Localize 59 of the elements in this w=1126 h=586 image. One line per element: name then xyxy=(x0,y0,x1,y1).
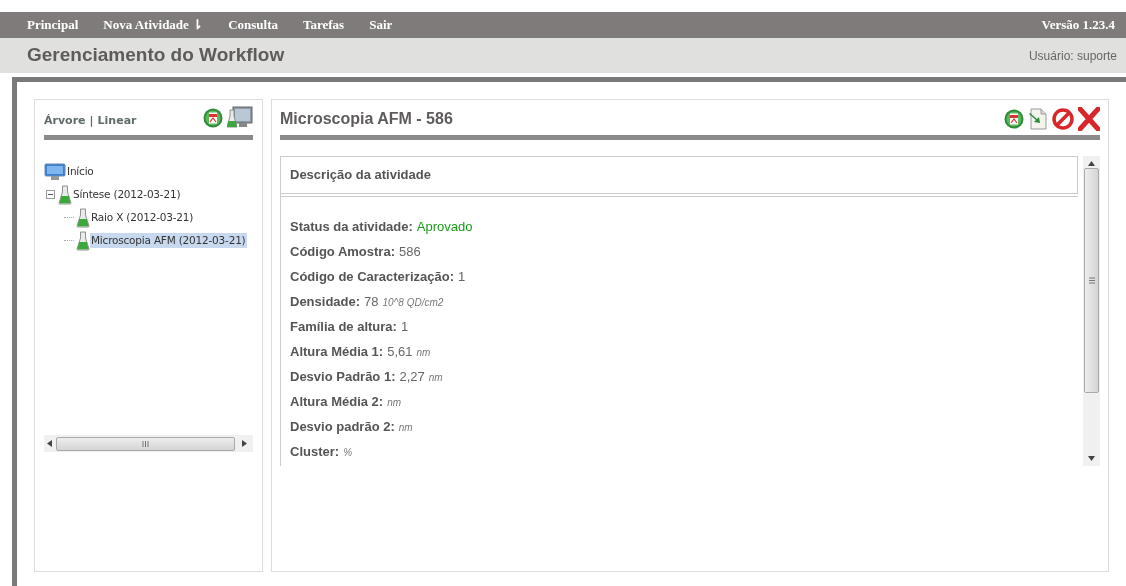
field-label: Altura Média 2: xyxy=(290,393,384,411)
field-value: 1 xyxy=(458,268,466,286)
field-value: 5,61 xyxy=(387,343,413,361)
scroll-up-icon[interactable] xyxy=(1088,161,1095,166)
flask-icon xyxy=(76,207,90,228)
tree-item[interactable]: Síntese (2012-03-21) xyxy=(72,186,182,203)
tree-item[interactable]: Início xyxy=(66,163,95,180)
field-value: 2,27 xyxy=(399,368,425,386)
page-title: Gerenciamento do Workflow xyxy=(27,43,285,68)
unit-label: 10^8 QD/cm2 xyxy=(382,296,444,310)
cancel-icon[interactable] xyxy=(1052,107,1074,130)
unit-label: nm xyxy=(387,396,402,410)
unit-label: % xyxy=(343,446,353,460)
document-edit-icon[interactable] xyxy=(1028,107,1048,130)
scroll-left-icon[interactable] xyxy=(47,440,52,447)
field-label: Desvio padrão 2: xyxy=(290,418,395,436)
scroll-right-icon[interactable] xyxy=(242,440,247,447)
monitor-icon xyxy=(44,162,66,181)
field-label: Código Amostra: xyxy=(290,243,395,261)
activity-title: Microscopia AFM - 586 xyxy=(280,108,453,129)
section-title: Descrição da atividade xyxy=(290,166,431,185)
nav-link[interactable]: Tarefas xyxy=(303,15,345,35)
pdf-icon[interactable] xyxy=(203,108,223,128)
pdf-icon[interactable] xyxy=(1004,108,1024,129)
unit-label: nm xyxy=(428,371,443,385)
field-label: Altura Média 1: xyxy=(290,343,384,361)
field-label: Desvio Padrão 1: xyxy=(290,368,396,386)
field-label: Cluster: xyxy=(290,443,340,461)
unit-label: nm xyxy=(398,421,413,435)
flask-icon xyxy=(76,230,90,251)
unit-label: nm xyxy=(416,346,431,360)
nav-link[interactable]: Nova Atividade ⇂ xyxy=(103,15,204,35)
field-value: 1 xyxy=(400,318,409,336)
field-value: 586 xyxy=(398,243,421,261)
nav-link[interactable]: Principal xyxy=(27,15,79,35)
link-separator: | xyxy=(89,112,94,129)
field-value: 78 xyxy=(364,293,379,311)
tree-item[interactable]: Microscopia AFM (2012-03-21) xyxy=(90,232,247,249)
close-icon[interactable] xyxy=(1078,106,1100,131)
version-label: Versão 1.23.4 xyxy=(1041,16,1115,35)
field-value: Aprovado xyxy=(416,218,473,236)
collapse-toggle[interactable] xyxy=(46,190,55,199)
vertical-scrollbar[interactable] xyxy=(1083,156,1100,466)
user-label: Usuário: suporte xyxy=(1028,47,1117,65)
field-label: Código de Caracterização: xyxy=(290,268,454,286)
grip-icon xyxy=(142,440,149,447)
tree-item[interactable]: Raio X (2012-03-21) xyxy=(90,209,195,226)
nav-link[interactable]: Sair xyxy=(369,15,393,35)
horizontal-scrollbar[interactable] xyxy=(44,435,253,452)
linear-view-link[interactable]: Linear xyxy=(97,112,137,129)
tree-view-link[interactable]: Árvore xyxy=(44,112,86,129)
flask-monitor-icon[interactable] xyxy=(227,106,253,130)
field-label: Família de altura: xyxy=(290,318,397,336)
nav-link[interactable]: Consulta xyxy=(228,15,278,35)
field-label: Densidade: xyxy=(290,293,361,311)
scroll-down-icon[interactable] xyxy=(1088,456,1095,461)
grip-icon xyxy=(1088,277,1095,284)
field-label: Status da atividade: xyxy=(290,218,413,236)
flask-icon xyxy=(58,184,72,205)
